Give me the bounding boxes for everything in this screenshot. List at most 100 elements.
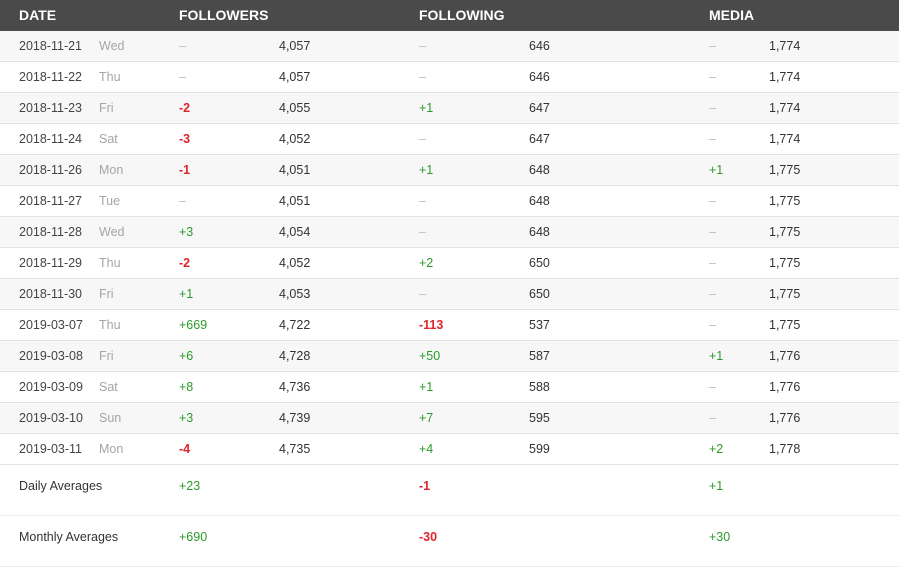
table-row: 2018-11-23 Fri -2 4,055 +1 647 – 1,774 [0, 93, 899, 124]
row-date: 2019-03-08 [19, 349, 83, 363]
table-body: 2018-11-21 Wed – 4,057 – 646 – 1,774 2018-11-22 T… [0, 31, 899, 465]
avg-label: Daily Averages [19, 479, 103, 493]
table-row: 2018-11-30 Fri +1 4,053 – 650 – 1,775 [0, 279, 899, 310]
followers-total: 4,739 [279, 411, 311, 425]
media-total: 1,776 [769, 380, 801, 394]
row-date: 2018-11-27 [19, 194, 83, 208]
avg-followers: +23 [179, 479, 201, 493]
media-total: 1,776 [769, 349, 801, 363]
row-weekday: Mon [99, 442, 124, 456]
media-total: 1,775 [769, 163, 801, 177]
media-change: +1 [709, 349, 724, 363]
followers-total: 4,054 [279, 225, 311, 239]
media-change: – [709, 70, 716, 84]
following-change: +1 [419, 380, 434, 394]
table-row: 2019-03-11 Mon -4 4,735 +4 599 +2 1,778 [0, 434, 899, 465]
table-row: 2019-03-08 Fri +6 4,728 +50 587 +1 1,776 [0, 341, 899, 372]
followers-total: 4,728 [279, 349, 311, 363]
following-change: +7 [419, 411, 434, 425]
followers-change: +8 [179, 380, 194, 394]
followers-total: 4,057 [279, 70, 311, 84]
media-change: – [709, 39, 716, 53]
table-row: 2019-03-10 Sun +3 4,739 +7 595 – 1,776 [0, 403, 899, 434]
row-weekday: Tue [99, 194, 121, 208]
row-weekday: Wed [99, 225, 125, 239]
row-date: 2019-03-10 [19, 411, 83, 425]
followers-change: -2 [179, 256, 191, 270]
media-change: – [709, 318, 716, 332]
header-following[interactable]: FOLLOWING [419, 0, 505, 31]
following-change: – [419, 132, 426, 146]
followers-total: 4,051 [279, 163, 311, 177]
media-total: 1,776 [769, 411, 801, 425]
header-followers[interactable]: FOLLOWERS [179, 0, 268, 31]
row-weekday: Sun [99, 411, 122, 425]
media-change: – [709, 101, 716, 115]
followers-total: 4,735 [279, 442, 311, 456]
following-change: +1 [419, 163, 434, 177]
following-change: -113 [419, 318, 444, 332]
avg-following: -1 [419, 479, 431, 493]
media-total: 1,775 [769, 318, 801, 332]
row-weekday: Fri [99, 101, 114, 115]
avg-label: Monthly Averages [19, 530, 119, 544]
followers-change: +1 [179, 287, 194, 301]
header-date[interactable]: DATE [19, 0, 56, 31]
stats-table: DATE FOLLOWERS FOLLOWING MEDIA 2018-11-2… [0, 0, 899, 567]
following-change: +4 [419, 442, 434, 456]
media-change: – [709, 380, 716, 394]
followers-total: 4,052 [279, 132, 311, 146]
media-total: 1,774 [769, 39, 801, 53]
followers-change: +669 [179, 318, 208, 332]
media-change: – [709, 256, 716, 270]
row-weekday: Sat [99, 132, 118, 146]
following-total: 646 [529, 39, 550, 53]
row-date: 2019-03-07 [19, 318, 83, 332]
row-weekday: Wed [99, 39, 125, 53]
following-change: – [419, 39, 426, 53]
table-row: 2018-11-26 Mon -1 4,051 +1 648 +1 1,775 [0, 155, 899, 186]
header-media[interactable]: MEDIA [709, 0, 754, 31]
following-total: 648 [529, 194, 550, 208]
table-row: 2018-11-24 Sat -3 4,052 – 647 – 1,774 [0, 124, 899, 155]
media-total: 1,775 [769, 225, 801, 239]
following-change: – [419, 194, 426, 208]
row-date: 2018-11-21 [19, 39, 83, 53]
following-change: – [419, 225, 426, 239]
followers-total: 4,722 [279, 318, 311, 332]
followers-change: +3 [179, 411, 194, 425]
followers-total: 4,053 [279, 287, 311, 301]
table-row: 2018-11-28 Wed +3 4,054 – 648 – 1,775 [0, 217, 899, 248]
media-total: 1,778 [769, 442, 801, 456]
media-total: 1,775 [769, 194, 801, 208]
following-total: 588 [529, 380, 550, 394]
daily-averages-row: Daily Averages +23 -1 +1 [0, 465, 899, 516]
row-weekday: Thu [99, 256, 121, 270]
following-total: 650 [529, 287, 550, 301]
row-weekday: Mon [99, 163, 124, 177]
followers-total: 4,051 [279, 194, 311, 208]
row-weekday: Sat [99, 380, 118, 394]
followers-total: 4,052 [279, 256, 311, 270]
table-row: 2018-11-21 Wed – 4,057 – 646 – 1,774 [0, 31, 899, 62]
following-total: 648 [529, 225, 550, 239]
followers-change: +3 [179, 225, 194, 239]
following-total: 647 [529, 101, 550, 115]
media-total: 1,774 [769, 132, 801, 146]
followers-change: -4 [179, 442, 191, 456]
followers-change: -2 [179, 101, 191, 115]
row-date: 2018-11-28 [19, 225, 83, 239]
row-weekday: Thu [99, 70, 121, 84]
media-change: +2 [709, 442, 724, 456]
followers-change: – [179, 194, 186, 208]
row-date: 2019-03-09 [19, 380, 83, 394]
followers-change: – [179, 39, 186, 53]
row-date: 2018-11-26 [19, 163, 83, 177]
avg-media: +30 [709, 530, 731, 544]
row-date: 2018-11-23 [19, 101, 83, 115]
avg-following: -30 [419, 530, 438, 544]
media-change: – [709, 411, 716, 425]
following-total: 537 [529, 318, 550, 332]
table-header: DATE FOLLOWERS FOLLOWING MEDIA [0, 0, 899, 31]
media-change: – [709, 132, 716, 146]
